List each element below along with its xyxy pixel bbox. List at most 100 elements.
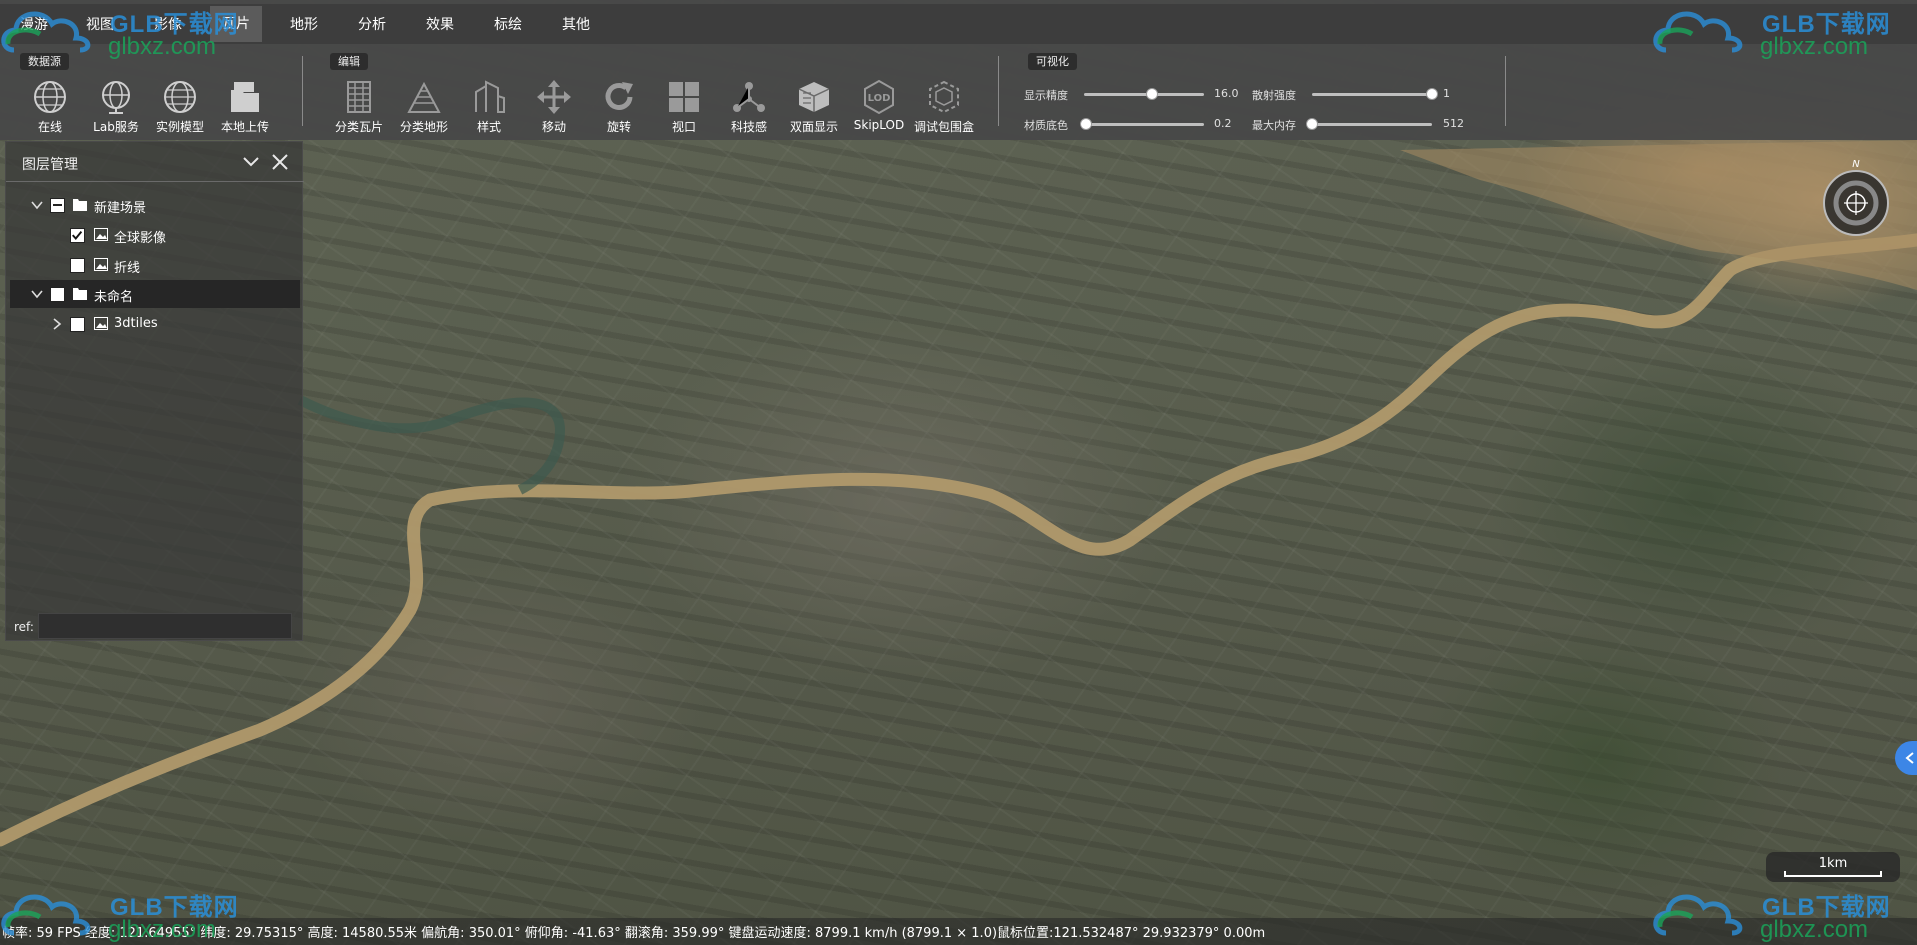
tree-row-polyline[interactable]: 折线 [10,251,300,279]
tool-debug-bbox[interactable]: 调试包围盒 [912,78,976,135]
layer-panel-header: 图层管理 [6,142,304,182]
slider-scatter-track[interactable] [1312,88,1438,100]
slider-base-color-label: 材质底色 [1024,119,1068,132]
menu-plot[interactable]: 标绘 [494,14,522,34]
tree-row-label: 未命名 [94,290,134,305]
menu-analysis[interactable]: 分析 [358,14,386,34]
tool-instance-model-label: 实例模型 [155,120,204,134]
tool-rotate-label: 旋转 [606,120,631,134]
slider-base-color-value: 0.2 [1214,117,1232,130]
tool-rotate[interactable]: 旋转 [587,78,651,135]
chevron-left-icon [1905,752,1914,764]
globe-network-icon [102,81,130,114]
slider-max-memory-thumb[interactable] [1306,118,1318,130]
ref-input[interactable] [38,613,292,639]
tool-lab-service[interactable]: Lab服务 [84,78,148,135]
menu-terrain[interactable]: 地形 [290,14,318,34]
menu-tiles[interactable]: 瓦片 [210,6,262,42]
folder-upload-icon [231,82,259,112]
toolbar-divider [302,56,303,126]
tool-skiplod-label: SkipLOD [853,118,905,132]
chevron-right-icon[interactable] [50,317,64,331]
tree-checkbox[interactable] [70,258,85,273]
tool-tech-sense[interactable]: 科技感 [717,78,781,135]
compass-north-label: N [1852,159,1860,170]
status-bar: 帧率: 59 FPS 经度: 121.64955° 纬度: 29.75315° … [0,918,1917,945]
tool-style-label: 样式 [476,120,501,134]
menu-view[interactable]: 视图 [86,14,114,34]
rotate-icon [605,82,633,110]
chevron-down-icon[interactable] [240,151,262,173]
group-edit-label: 编辑 [330,53,368,70]
tree-row-unnamed[interactable]: 未命名 [10,280,300,308]
close-icon[interactable] [269,151,291,173]
tree-row-global-imagery[interactable]: 全球影像 [10,221,300,249]
tool-move-label: 移动 [541,120,566,134]
slider-max-memory-track[interactable] [1306,118,1432,130]
slider-precision-thumb[interactable] [1146,88,1159,100]
tree-checkbox[interactable] [50,287,65,302]
globe-model-icon [164,81,196,113]
chevron-down-icon[interactable] [30,287,44,301]
network-nodes-icon [733,82,765,112]
menu-bar: 漫游 视图 影像 瓦片 地形 分析 效果 标绘 其他 [0,4,1917,44]
tree-row-new-scene[interactable]: 新建场景 [10,191,300,219]
tool-online[interactable]: 在线 [18,78,82,135]
tree-checkbox[interactable] [70,317,85,332]
ref-label: ref: [14,620,34,634]
slider-base-color-track[interactable] [1080,118,1204,130]
image-layer-icon [94,317,108,330]
tool-lab-service-label: Lab服务 [93,120,139,134]
tool-classify-tiles-label: 分类瓦片 [334,120,383,134]
layer-panel-title: 图层管理 [22,157,78,173]
scale-label: 1km [1818,856,1848,871]
tool-double-side[interactable]: 双面显示 [782,78,846,135]
tool-viewport-label: 视口 [671,120,696,134]
menu-other[interactable]: 其他 [562,14,590,34]
tool-style[interactable]: 样式 [457,78,521,135]
group-datasource-label: 数据源 [20,53,69,70]
folder-icon [73,199,87,211]
toolbar-divider [998,56,999,126]
menu-effects[interactable]: 效果 [426,14,454,34]
viewport-grid-icon [669,82,699,112]
menu-roam[interactable]: 漫游 [20,14,48,34]
slider-scatter-thumb[interactable] [1426,88,1438,100]
lod-hexagon-icon: LOD [864,79,894,115]
folder-icon [73,288,87,300]
tool-instance-model[interactable]: 实例模型 [148,78,212,135]
tool-move[interactable]: 移动 [522,78,586,135]
image-layer-icon [94,258,108,271]
slider-precision-label: 显示精度 [1024,89,1068,102]
tree-row-label: 新建场景 [94,201,147,216]
move-arrows-icon [537,80,571,114]
slider-scatter-label: 散射强度 [1252,89,1296,102]
status-readout: 帧率: 59 FPS 经度: 121.64955° 纬度: 29.75315° … [2,926,1266,941]
bounding-box-icon [929,80,959,114]
tiles-building-icon [347,81,371,113]
cube-icon [798,82,830,112]
chevron-down-icon[interactable] [30,198,44,212]
menu-imagery[interactable]: 影像 [154,14,182,34]
svg-text:LOD: LOD [868,93,891,104]
tree-checkbox-partial[interactable] [50,198,65,213]
tool-debug-bbox-label: 调试包围盒 [913,120,974,134]
tool-viewport[interactable]: 视口 [652,78,716,135]
scale-bar [1784,871,1882,877]
slider-precision-track[interactable] [1084,88,1204,100]
tool-local-upload[interactable]: 本地上传 [213,78,277,135]
globe-icon [34,81,66,113]
terrain-icon [407,81,441,113]
slider-base-color-thumb[interactable] [1080,118,1093,130]
top-toolbar: 漫游 视图 影像 瓦片 地形 分析 效果 标绘 其他 数据源 在线 Lab服务 … [0,0,1917,140]
group-visualize-label: 可视化 [1028,53,1077,70]
slider-max-memory-label: 最大内存 [1252,119,1296,132]
tree-row-3dtiles[interactable]: 3dtiles [10,310,300,338]
tool-double-side-label: 双面显示 [789,120,838,134]
tree-row-label: 全球影像 [114,231,167,246]
tool-skiplod[interactable]: LOD SkipLOD [847,78,911,132]
tree-checkbox-checked[interactable] [70,228,85,243]
tool-classify-tiles[interactable]: 分类瓦片 [327,78,391,135]
tool-classify-terrain[interactable]: 分类地形 [392,78,456,135]
compass-navigation[interactable]: N [1820,158,1892,238]
